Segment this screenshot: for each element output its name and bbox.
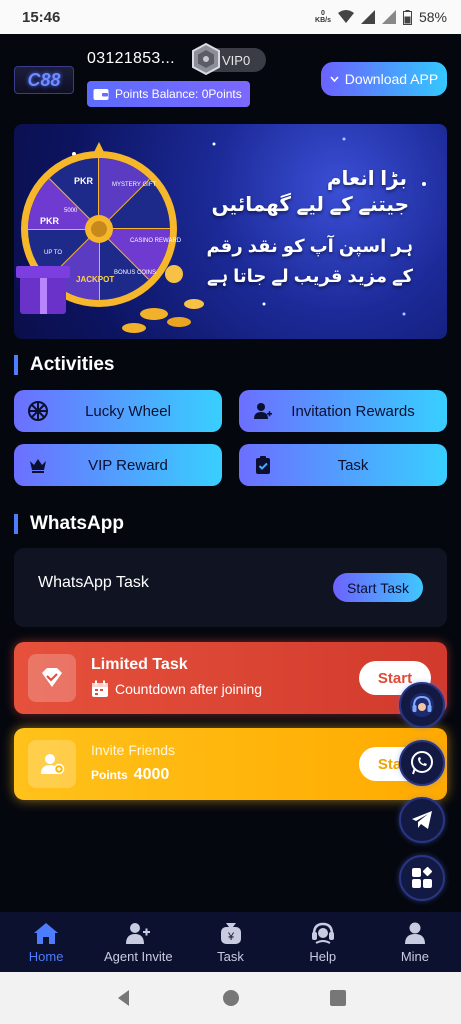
invite-friends-title: Invite Friends [91, 742, 176, 758]
banner-headline-2: جیتنے کے لیے گھمائیں [211, 194, 409, 216]
activities-title: Activities [14, 355, 114, 375]
net-speed: 0 KB/s [315, 10, 331, 24]
limited-task-icon-box [28, 654, 76, 702]
wheel-icon [28, 401, 48, 421]
download-app-label: Download APP [344, 71, 439, 87]
wifi-icon [337, 10, 354, 23]
telegram-button[interactable] [399, 797, 445, 843]
nav-help[interactable]: Help [277, 912, 369, 972]
person-icon [404, 922, 425, 944]
wheel-label-upto: UP TO [44, 250, 62, 256]
limited-task-subtitle: Countdown after joining [115, 681, 263, 697]
vip-level-badge[interactable]: VIP0 [192, 43, 266, 75]
clipboard-check-icon [256, 456, 270, 474]
start-task-button[interactable]: Start Task [333, 573, 423, 602]
task-button[interactable]: Task [239, 444, 447, 486]
points-balance-label: Points Balance: 0Points [115, 87, 242, 101]
wheel-label-casino: CASINO REWARD [130, 238, 182, 244]
agent-add-icon [126, 922, 151, 944]
whatsapp-task-card: WhatsApp Task Start Task [14, 548, 447, 627]
invite-friends-points-row: Points 4000 [91, 766, 169, 784]
invite-friends-icon-box [28, 740, 76, 788]
chevron-down-icon [330, 76, 339, 82]
wheel-label-pkr: PKR [74, 176, 94, 186]
whatsapp-icon [411, 751, 433, 775]
home-icon [34, 922, 59, 944]
battery-icon [402, 9, 412, 25]
customer-service-button[interactable] [399, 682, 445, 728]
vip-reward-button[interactable]: VIP Reward [14, 444, 222, 486]
bottom-nav: Home Agent Invite ¥ Task Help Mine [0, 912, 461, 972]
status-bar: 15:46 0 KB/s 58% [0, 0, 461, 34]
vip-label: VIP0 [222, 52, 251, 68]
lucky-wheel-button[interactable]: Lucky Wheel [14, 390, 222, 432]
whatsapp-button[interactable] [399, 740, 445, 786]
user-add-icon [254, 403, 272, 419]
app-logo: C88 [14, 66, 74, 94]
points-value: 4000 [133, 766, 170, 783]
whatsapp-title: WhatsApp [14, 514, 124, 534]
nav-help-label: Help [309, 948, 337, 964]
nav-home[interactable]: Home [0, 912, 92, 972]
points-label: Points [91, 768, 128, 782]
invite-friends-card[interactable]: Invite Friends Points 4000 Start [14, 728, 447, 800]
crown-icon [30, 459, 46, 473]
nav-home-label: Home [28, 948, 64, 964]
nav-task[interactable]: ¥ Task [184, 912, 276, 972]
promo-banner[interactable]: PKR MYSTERY GIFT CASINO REWARD BONUS COI… [14, 124, 447, 339]
wallet-icon [93, 89, 109, 100]
wheel-label-pkr-2: PKR [40, 216, 60, 226]
limited-task-subtitle-row: Countdown after joining [91, 680, 262, 698]
net-speed-unit: KB/s [315, 17, 331, 24]
user-plus-icon [41, 754, 65, 775]
vip-medal-icon [192, 43, 220, 75]
back-icon[interactable] [115, 989, 133, 1007]
nav-mine[interactable]: Mine [369, 912, 461, 972]
nav-agent-invite-label: Agent Invite [103, 948, 173, 964]
support-icon [311, 922, 334, 944]
whatsapp-task-label: WhatsApp Task [38, 574, 149, 591]
money-bag-icon: ¥ [220, 922, 241, 944]
nav-mine-label: Mine [400, 948, 429, 964]
system-nav-bar [0, 972, 461, 1024]
invitation-rewards-button[interactable]: Invitation Rewards [239, 390, 447, 432]
battery-percent: 58% [418, 9, 447, 25]
app-header: C88 03121853... VIP0 Points Balance: 0Po… [0, 34, 461, 120]
apps-grid-icon [412, 866, 433, 888]
svg-text:¥: ¥ [226, 931, 234, 943]
banner-subline-1: ہر اسپن آپ کو نقد رقم [206, 236, 413, 256]
wheel-label-mystery: MYSTERY GIFT [112, 182, 156, 188]
nav-agent-invite[interactable]: Agent Invite [92, 912, 184, 972]
banner-art: PKR MYSTERY GIFT CASINO REWARD BONUS COI… [16, 137, 426, 333]
limited-task-title: Limited Task [91, 656, 188, 673]
points-balance[interactable]: Points Balance: 0Points [87, 81, 250, 107]
wheel-label-bonus: BONUS COINS [114, 270, 156, 276]
download-app-button[interactable]: Download APP [321, 62, 447, 96]
signal-icon-2 [381, 10, 396, 24]
wheel-label-amount: 5000 [64, 208, 78, 214]
calendar-icon [92, 680, 108, 697]
diamond-icon [42, 668, 62, 687]
headset-icon [410, 693, 434, 717]
banner-subline-2: کے مزید قریب لے جاتا ہے [207, 266, 413, 286]
home-circle-icon[interactable] [222, 989, 240, 1007]
telegram-icon [412, 811, 432, 829]
status-time: 15:46 [22, 8, 61, 26]
nav-task-label: Task [217, 948, 244, 964]
limited-task-card[interactable]: Limited Task Countdown after joining Sta… [14, 642, 447, 714]
signal-icon [360, 10, 375, 24]
user-id: 03121853... [87, 50, 175, 67]
wheel-label-jackpot: JACKPOT [76, 275, 114, 284]
recents-icon[interactable] [329, 989, 347, 1007]
net-speed-value: 0 [321, 10, 325, 17]
banner-headline-1: بڑا انعام [326, 168, 407, 190]
more-apps-button[interactable] [399, 855, 445, 901]
